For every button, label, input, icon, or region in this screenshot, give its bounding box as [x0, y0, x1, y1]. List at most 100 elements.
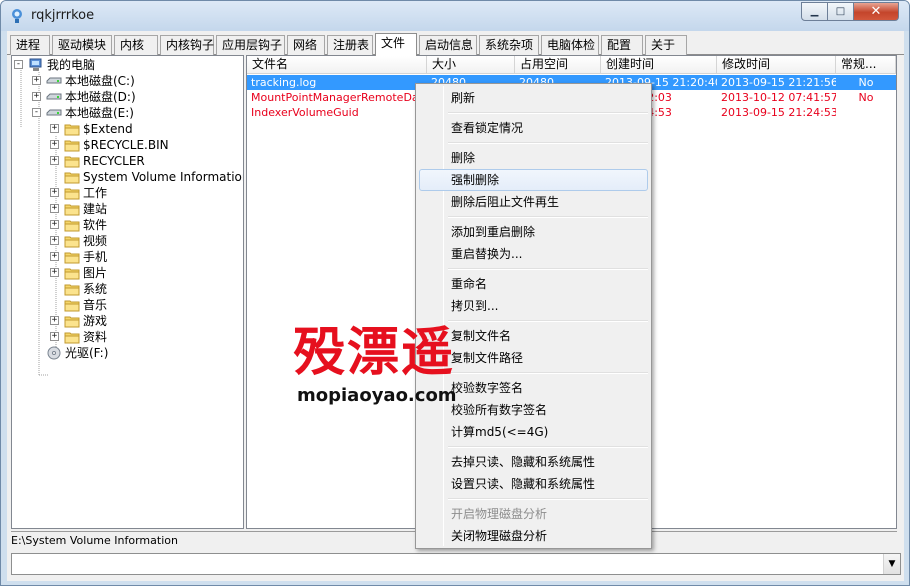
minimize-button[interactable]: ▁: [801, 2, 828, 21]
column-header[interactable]: 创建时间: [601, 56, 717, 74]
column-header[interactable]: 文件名: [247, 56, 427, 74]
column-header[interactable]: 修改时间: [717, 56, 836, 74]
menu-separator: [448, 320, 648, 322]
table-cell-normal: No: [858, 76, 874, 89]
menu-item[interactable]: 设置只读、隐藏和系统属性: [419, 473, 648, 495]
column-header[interactable]: 常规...: [836, 56, 896, 74]
expand-icon[interactable]: +: [50, 236, 59, 245]
expand-icon[interactable]: +: [50, 220, 59, 229]
tree-item-label: $RECYCLE.BIN: [83, 138, 169, 152]
tree-item-label: 工作: [83, 186, 108, 200]
tree-item-label: 视频: [83, 234, 108, 248]
menu-item[interactable]: 复制文件名: [419, 325, 648, 347]
tab-4[interactable]: 应用层钩子: [216, 35, 285, 55]
tab-12[interactable]: 关于: [645, 35, 687, 55]
table-cell-modified: 2013-09-15 21:21:56: [721, 76, 836, 89]
table-cell-normal: No: [858, 91, 874, 104]
table-cell-name: MountPointManagerRemoteData...: [251, 91, 427, 104]
drive-icon: [46, 74, 62, 88]
menu-item[interactable]: 复制文件路径: [419, 347, 648, 369]
expand-icon[interactable]: +: [50, 140, 59, 149]
cdrom-icon: [46, 346, 62, 360]
collapse-icon[interactable]: -: [32, 108, 41, 117]
folder-tree[interactable]: - 我的电脑 + 本地磁盘(C:) + 本地磁盘(D:) - 本地磁盘(E:) + $Extend…: [11, 55, 244, 529]
folder-icon: [64, 154, 80, 168]
drive-icon: [46, 90, 62, 104]
menu-item[interactable]: 添加到重启删除: [419, 221, 648, 243]
tree-item-label: 软件: [83, 218, 108, 232]
maximize-button[interactable]: □: [827, 2, 854, 21]
folder-icon: [64, 202, 80, 216]
folder-icon: [64, 234, 80, 248]
folder-icon: [64, 314, 80, 328]
tab-0[interactable]: 进程: [10, 35, 50, 55]
tree-item-label: 游戏: [83, 314, 108, 328]
table-cell-name: IndexerVolumeGuid: [251, 106, 359, 119]
folder-icon: [64, 298, 80, 312]
tab-5[interactable]: 网络: [287, 35, 325, 55]
menu-separator: [448, 372, 648, 374]
folder-icon: [64, 266, 80, 280]
tab-2[interactable]: 内核: [114, 35, 158, 55]
menu-item[interactable]: 校验所有数字签名: [419, 399, 648, 421]
expand-icon[interactable]: +: [50, 188, 59, 197]
menu-item[interactable]: 重命名: [419, 273, 648, 295]
menu-separator: [448, 446, 648, 448]
folder-icon: [64, 218, 80, 232]
menu-item[interactable]: 强制删除: [419, 169, 648, 191]
tree-item-label: System Volume Information: [83, 170, 244, 184]
column-header[interactable]: 占用空间: [515, 56, 601, 74]
menu-item[interactable]: 刷新: [419, 87, 648, 109]
menu-item[interactable]: 校验数字签名: [419, 377, 648, 399]
tab-1[interactable]: 驱动模块: [52, 35, 112, 55]
expand-icon[interactable]: +: [50, 252, 59, 261]
menu-separator: [448, 142, 648, 144]
menu-item[interactable]: 计算md5(<=4G): [419, 421, 648, 443]
tab-strip: 进程 驱动模块 内核 内核钩子 应用层钩子 网络 注册表 文件 启动信息 系统杂项 电脑体检 配置 关于: [7, 33, 904, 56]
collapse-icon[interactable]: -: [14, 60, 23, 69]
close-button[interactable]: ✕: [853, 2, 899, 21]
expand-icon[interactable]: +: [50, 204, 59, 213]
menu-item[interactable]: 删除: [419, 147, 648, 169]
menu-item[interactable]: 拷贝到...: [419, 295, 648, 317]
folder-icon: [64, 282, 80, 296]
menu-item[interactable]: 开启物理磁盘分析: [419, 503, 648, 525]
app-icon: [12, 9, 22, 23]
expand-icon[interactable]: +: [32, 76, 41, 85]
menu-item[interactable]: 删除后阻止文件再生: [419, 191, 648, 213]
tab-9[interactable]: 系统杂项: [479, 35, 539, 55]
expand-icon[interactable]: +: [32, 92, 41, 101]
tab-8[interactable]: 启动信息: [419, 35, 477, 55]
command-combo[interactable]: ▼: [11, 553, 901, 575]
folder-icon: [64, 138, 80, 152]
tree-item-label: 本地磁盘(C:): [65, 74, 135, 88]
tab-6[interactable]: 注册表: [327, 35, 373, 55]
tab-11[interactable]: 配置: [601, 35, 643, 55]
expand-icon[interactable]: +: [50, 316, 59, 325]
tab-3[interactable]: 内核钩子: [160, 35, 214, 55]
menu-item[interactable]: 重启替换为...: [419, 243, 648, 265]
table-cell-modified: 2013-10-12 07:41:57: [721, 91, 836, 104]
tree-item-label: $Extend: [83, 122, 133, 136]
table-cell-name: tracking.log: [251, 76, 317, 89]
tab-7[interactable]: 文件: [375, 33, 417, 56]
menu-item[interactable]: 关闭物理磁盘分析: [419, 525, 648, 547]
column-header[interactable]: 大小: [427, 56, 515, 74]
menu-separator: [448, 216, 648, 218]
tab-10[interactable]: 电脑体检: [541, 35, 599, 55]
tree-item-label: 音乐: [83, 298, 108, 312]
table-cell-modified: 2013-09-15 21:24:53: [721, 106, 836, 119]
context-menu: 刷新查看锁定情况 删除 强制删除 删除后阻止文件再生 添加到重启删除 重启替换为... 重命…: [415, 83, 652, 549]
window-title: rqkjrrrkoe: [31, 8, 95, 23]
expand-icon[interactable]: +: [50, 332, 59, 341]
menu-item[interactable]: 去掉只读、隐藏和系统属性: [419, 451, 648, 473]
folder-icon: [64, 170, 80, 184]
expand-icon[interactable]: +: [50, 156, 59, 165]
expand-icon[interactable]: +: [50, 268, 59, 277]
expand-icon[interactable]: +: [50, 124, 59, 133]
menu-item[interactable]: 查看锁定情况: [419, 117, 648, 139]
title-bar[interactable]: rqkjrrrkoe ▁ □ ✕: [1, 1, 909, 31]
tree-item-label: 系统: [83, 282, 108, 296]
tree-item-label: 我的电脑: [47, 58, 96, 72]
chevron-down-icon[interactable]: ▼: [883, 554, 900, 574]
